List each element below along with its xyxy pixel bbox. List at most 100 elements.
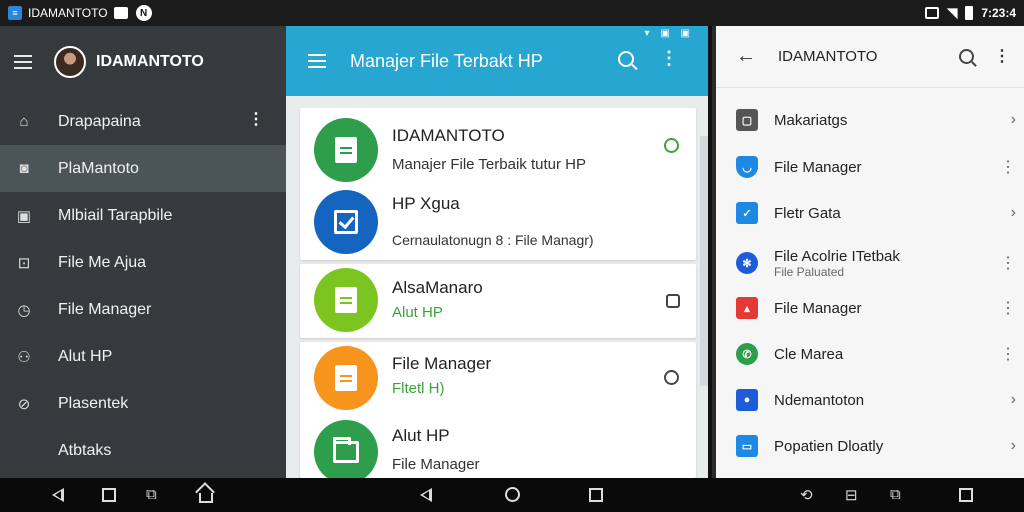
battery-icon — [965, 6, 974, 20]
target-icon: ● — [736, 389, 758, 411]
item-title: HP Xgua — [392, 194, 460, 213]
camera-icon: ◙ — [19, 160, 29, 177]
drawer-item-mlbiail[interactable]: ▣ Mlbiail Tarapbile — [0, 192, 286, 239]
shield-icon: ◡ — [736, 156, 758, 178]
document-icon — [314, 118, 378, 182]
chevron-right-icon: › — [1010, 111, 1016, 128]
radio-button[interactable] — [664, 138, 679, 153]
overview-nav-icon[interactable] — [102, 488, 116, 502]
people-icon: ⚇ — [17, 348, 31, 366]
status-mini-icons: ▾ ▣ ▣ — [644, 28, 694, 39]
item-subtitle: File Manager — [392, 456, 480, 473]
back-nav-icon[interactable] — [420, 488, 432, 502]
list-item[interactable]: Alut HP File Manager — [314, 420, 480, 484]
panel-title: IDAMANTOTO — [778, 48, 878, 65]
panel-item-label: File Manager — [774, 158, 862, 176]
back-arrow-icon[interactable]: ← — [736, 45, 756, 68]
panel-item-label: Popatien Dloatly — [774, 437, 884, 455]
search-icon[interactable] — [959, 49, 974, 64]
more-vert-icon[interactable]: ⋮ — [248, 112, 264, 128]
item-subtitle: Cernaulatonugn 8 : File Managr) — [392, 232, 594, 248]
panel-item[interactable]: ▴ File Manager ⋮ — [736, 288, 1016, 328]
drawer-item-drapapaina[interactable]: ⌂ Drapapaina ⋮ — [0, 98, 286, 145]
status-bar: ≡ IDAMANTOTO N ◥ 7:23:4 — [0, 0, 1024, 26]
drawer-item-file-manager[interactable]: ◷ File Manager — [0, 286, 286, 333]
system-navigation-bar: ⧉ ⟲ ⊟ ⧉ — [0, 478, 1024, 512]
recents-nav-icon[interactable] — [959, 488, 973, 502]
panel-header: ← IDAMANTOTO ⋮ — [716, 26, 1024, 88]
more-vert-icon[interactable]: ⋮ — [1000, 298, 1016, 318]
back-nav-icon[interactable] — [52, 488, 64, 502]
list-item[interactable]: AlsaManaro Alut HP — [314, 268, 483, 332]
list-item[interactable]: IDAMANTOTO Manajer File Terbaik tutur HP — [314, 118, 586, 182]
item-title: File Manager — [392, 354, 492, 373]
drawer-item-label: File Manager — [58, 300, 152, 318]
chevron-right-icon: › — [1010, 391, 1016, 408]
radio-button[interactable] — [664, 370, 679, 385]
file-card-group-1: IDAMANTOTO Manajer File Terbaik tutur HP… — [300, 108, 696, 260]
menu-icon[interactable] — [308, 54, 326, 68]
menu-icon[interactable] — [14, 55, 32, 69]
drawer-item-atbtaks[interactable]: Atbtaks — [0, 427, 286, 474]
drawer-item-label: PlaMantoto — [58, 159, 139, 177]
drawer-item-plasentek[interactable]: ⊘ Plasentek — [0, 380, 286, 427]
gear-icon: ✻ — [736, 252, 758, 274]
item-title: AlsaManaro — [392, 278, 483, 297]
list-item[interactable]: File Manager Fltetl H) — [314, 346, 491, 410]
navigation-drawer: IDAMANTOTO ⌂ Drapapaina ⋮ ◙ PlaMantoto ▣… — [0, 26, 286, 478]
app-notification-icon: ≡ — [8, 6, 22, 20]
panel-item-label: Fletr Gata — [774, 204, 841, 222]
search-icon[interactable] — [618, 51, 634, 67]
checkbox[interactable] — [666, 294, 680, 308]
scrollbar[interactable] — [700, 136, 708, 386]
compass-icon: ⊘ — [17, 395, 31, 413]
avatar[interactable] — [54, 46, 86, 78]
file-card-group-3: File Manager Fltetl H) Alut HP File Mana… — [300, 342, 696, 484]
status-app-name: IDAMANTOTO — [28, 6, 108, 20]
home-nav-icon[interactable] — [505, 487, 520, 502]
drawer-item-file-me-ajua[interactable]: ⊡ File Me Ajua — [0, 239, 286, 286]
recents-nav-icon[interactable] — [589, 488, 603, 502]
item-title: IDAMANTOTO — [392, 126, 505, 145]
panel-item[interactable]: ▢ Makariatgs › — [736, 100, 1016, 140]
drawer-item-label: File Me Ajua — [58, 253, 147, 271]
panel-item-label: Ndemantoton — [774, 391, 865, 409]
cast-icon — [925, 7, 940, 19]
more-vert-icon[interactable]: ⋮ — [1000, 253, 1016, 273]
drawer-item-alut-hp[interactable]: ⚇ Alut HP — [0, 333, 286, 380]
rotate-nav-icon[interactable]: ⟲ — [800, 486, 813, 504]
check-icon: ✓ — [736, 202, 758, 224]
panel-item[interactable]: ✻ File Acolrie ITetbak File Paluated ⋮ — [736, 240, 1016, 286]
checkbox-icon — [314, 190, 378, 254]
drawer-header: IDAMANTOTO — [0, 26, 286, 98]
file-card-2[interactable]: AlsaManaro Alut HP — [300, 264, 696, 338]
more-vert-icon[interactable]: ⋮ — [994, 46, 1010, 66]
more-vert-icon[interactable]: ⋮ — [1000, 157, 1016, 177]
panel-item[interactable]: ✓ Fletr Gata › — [736, 193, 1016, 233]
clock-icon: ◷ — [17, 301, 31, 319]
panel-item-sublabel: File Paluated — [774, 264, 845, 279]
drawer-item-plamantoto[interactable]: ◙ PlaMantoto — [0, 145, 286, 192]
drawer-title: IDAMANTOTO — [96, 53, 204, 70]
status-time: 7:23:4 — [981, 6, 1016, 20]
panel-item[interactable]: ✆ Cle Marea ⋮ — [736, 334, 1016, 374]
more-vert-icon[interactable]: ⋮ — [1000, 344, 1016, 364]
window-icon: ▢ — [736, 109, 758, 131]
drawer-item-label: Mlbiail Tarapbile — [58, 206, 173, 224]
list-item[interactable]: HP Xgua Cernaulatonugn 8 : File Managr) — [314, 190, 594, 254]
screenshot-nav-icon[interactable]: ⧉ — [146, 486, 157, 503]
display-icon: ▣ — [16, 207, 32, 225]
home-nav-icon[interactable] — [199, 493, 213, 503]
panel-item[interactable]: ▭ Popatien Dloatly › — [736, 426, 1016, 466]
split-screen-nav-icon[interactable]: ⊟ — [845, 486, 858, 504]
app-bar: Manajer File Terbakt HP ⋮ ▾ ▣ ▣ — [286, 26, 708, 96]
drawer-item-label: Plasentek — [58, 394, 129, 412]
file-manager-main: Manajer File Terbakt HP ⋮ ▾ ▣ ▣ IDAMANTO… — [286, 26, 708, 484]
item-subtitle: Manajer File Terbaik tutur HP — [392, 156, 586, 173]
item-title: Alut HP — [392, 426, 450, 445]
screenshot-nav-icon[interactable]: ⧉ — [890, 486, 901, 503]
panel-item[interactable]: ● Ndemantoton › — [736, 380, 1016, 420]
panel-item-label: Cle Marea — [774, 345, 844, 363]
panel-item[interactable]: ◡ File Manager ⋮ — [736, 147, 1016, 187]
more-vert-icon[interactable]: ⋮ — [660, 48, 678, 69]
